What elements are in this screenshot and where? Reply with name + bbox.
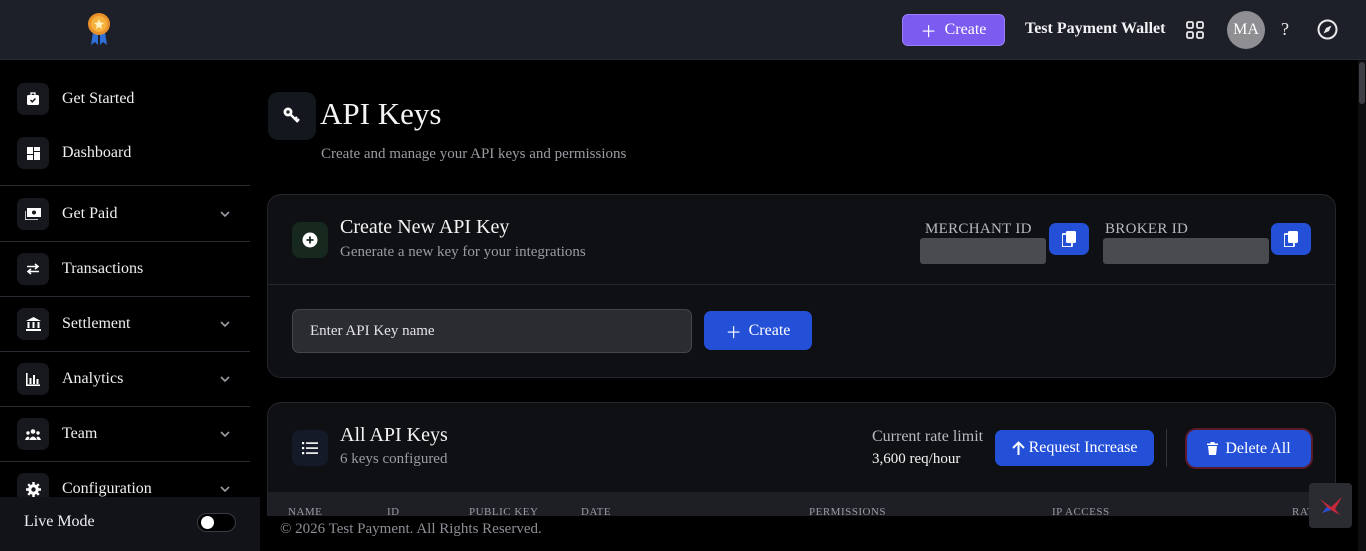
- sidebar-item-label: Dashboard: [62, 144, 132, 161]
- sidebar-item-label: Team: [62, 425, 98, 442]
- live-mode-label: Live Mode: [24, 513, 95, 530]
- help-icon[interactable]: ?: [1281, 19, 1289, 40]
- sidebar-item-label: Get Started: [62, 90, 135, 107]
- chevron-down-icon: [220, 431, 230, 438]
- group-icon: [17, 418, 49, 450]
- vertical-separator: [1166, 429, 1167, 467]
- keys-count: 6 keys configured: [340, 451, 448, 467]
- copy-icon: [1061, 231, 1076, 247]
- sidebar-divider: [0, 185, 250, 186]
- wallet-name[interactable]: Test Payment Wallet: [1025, 20, 1165, 38]
- bank-icon: [17, 308, 49, 340]
- api-key-name-input[interactable]: [292, 309, 692, 353]
- merchant-id-field: [920, 238, 1046, 264]
- delete-all-label: Delete All: [1225, 439, 1291, 457]
- arrow-up-icon: [1011, 440, 1025, 455]
- footer: © 2026 Test Payment. All Rights Reserved…: [260, 516, 1358, 551]
- request-increase-button[interactable]: Request Increase: [995, 430, 1154, 466]
- all-keys-title: All API Keys: [340, 424, 448, 446]
- merchant-id-label: MERCHANT ID: [925, 221, 1032, 237]
- plus-icon: ＋: [920, 24, 937, 41]
- compass-icon[interactable]: [1317, 19, 1338, 40]
- sidebar-item-label: Settlement: [62, 315, 131, 332]
- sidebar-item-label: Configuration: [62, 480, 152, 497]
- payments-icon: [17, 198, 49, 230]
- plus-icon: ＋: [725, 324, 742, 342]
- rate-limit-label: Current rate limit: [872, 428, 984, 445]
- chevron-down-icon: [220, 321, 230, 328]
- list-icon: [292, 430, 328, 466]
- live-mode-bar: Live Mode: [0, 497, 260, 551]
- chevron-down-icon: [220, 376, 230, 383]
- sidebar: Get Started Dashboard Get Paid Transacti…: [0, 60, 260, 551]
- create-card-subtitle: Generate a new key for your integrations: [340, 244, 586, 260]
- key-icon: [268, 92, 316, 140]
- delete-all-button[interactable]: Delete All: [1187, 430, 1311, 467]
- header-create-label: Create: [944, 21, 987, 38]
- sidebar-item-dashboard[interactable]: Dashboard: [0, 126, 250, 180]
- page-title: API Keys: [320, 96, 442, 131]
- create-card-title: Create New API Key: [340, 216, 510, 238]
- chat-widget-bird-icon[interactable]: [1309, 483, 1352, 528]
- add-circle-icon: [292, 222, 328, 258]
- copy-merchant-id-button[interactable]: [1049, 223, 1089, 255]
- apps-grid-icon[interactable]: [1186, 21, 1204, 39]
- card-divider: [268, 284, 1335, 285]
- dashboard-icon: [17, 137, 49, 169]
- create-api-key-button[interactable]: ＋ Create: [704, 311, 812, 350]
- sidebar-item-label: Transactions: [62, 260, 144, 277]
- chevron-down-icon: [220, 211, 230, 218]
- sidebar-item-transactions[interactable]: Transactions: [0, 242, 250, 296]
- trash-icon: [1207, 442, 1219, 455]
- sidebar-item-team[interactable]: Team: [0, 407, 250, 461]
- broker-id-field: [1103, 238, 1269, 264]
- header-create-button[interactable]: ＋ Create: [902, 14, 1005, 46]
- page-scrollbar[interactable]: [1358, 60, 1366, 551]
- logo-medal-icon[interactable]: [86, 12, 112, 46]
- sidebar-item-get-started[interactable]: Get Started: [0, 72, 250, 126]
- toggle-knob: [201, 516, 214, 529]
- request-increase-label: Request Increase: [1028, 439, 1138, 456]
- chevron-down-icon: [220, 486, 230, 493]
- create-api-key-card: Create New API Key Generate a new key fo…: [267, 194, 1336, 378]
- avatar[interactable]: MA: [1227, 11, 1265, 49]
- copy-broker-id-button[interactable]: [1271, 223, 1311, 255]
- swap-arrows-icon: [17, 253, 49, 285]
- sidebar-item-get-paid[interactable]: Get Paid: [0, 187, 250, 241]
- broker-id-label: BROKER ID: [1105, 221, 1189, 237]
- copy-icon: [1283, 231, 1298, 247]
- create-api-key-label: Create: [748, 321, 791, 339]
- live-mode-toggle[interactable]: [197, 513, 236, 532]
- bar-chart-icon: [17, 363, 49, 395]
- sidebar-item-label: Get Paid: [62, 205, 118, 222]
- briefcase-check-icon: [17, 83, 49, 115]
- scrollbar-thumb[interactable]: [1359, 62, 1365, 104]
- page-subtitle: Create and manage your API keys and perm…: [321, 146, 627, 162]
- sidebar-item-label: Analytics: [62, 370, 124, 387]
- sidebar-item-settlement[interactable]: Settlement: [0, 297, 250, 351]
- copyright-text: © 2026 Test Payment. All Rights Reserved…: [280, 521, 542, 537]
- rate-limit-value: 3,600 req/hour: [872, 451, 961, 467]
- sidebar-item-analytics[interactable]: Analytics: [0, 352, 250, 406]
- all-api-keys-card: All API Keys 6 keys configured Current r…: [267, 402, 1336, 532]
- top-bar: ＋ Create Test Payment Wallet MA ?: [0, 0, 1366, 60]
